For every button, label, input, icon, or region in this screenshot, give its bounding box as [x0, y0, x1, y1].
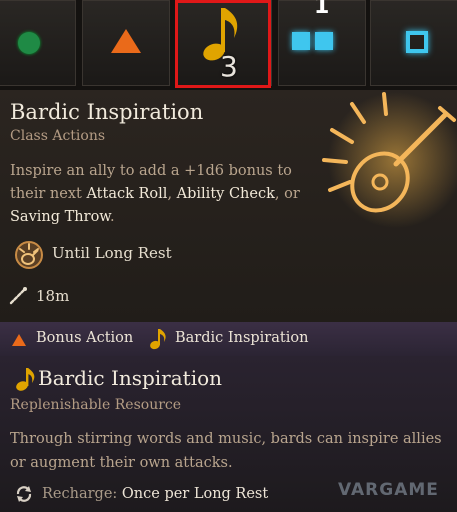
resource-subtitle: Replenishable Resource	[10, 397, 182, 413]
keyword-attack-roll[interactable]: Attack Roll	[86, 186, 167, 202]
orange-triangle-icon	[111, 29, 141, 53]
bonus-action-label: Bonus Action	[36, 330, 134, 346]
recharge-label: Recharge:	[42, 486, 118, 502]
double-square-icon	[292, 32, 338, 54]
action-slot-5[interactable]	[370, 0, 457, 86]
resource-title: Bardic Inspiration	[38, 366, 223, 390]
spell-tooltip: Bardic Inspiration Class Actions Inspire…	[0, 90, 457, 322]
square-ring-icon	[406, 31, 428, 53]
lute-icon	[322, 92, 457, 228]
watermark: VARGAME	[338, 480, 439, 500]
green-circle-icon	[18, 32, 40, 54]
music-note-icon	[150, 329, 166, 350]
cost-bar: Bonus Action Bardic Inspiration	[0, 322, 457, 356]
resource-description: Through stirring words and music, bards …	[10, 431, 442, 471]
action-bar: 3 1	[0, 0, 457, 90]
action-slot-2[interactable]	[82, 0, 170, 86]
range-row: 18m	[8, 286, 69, 310]
duration-label: Until Long Rest	[52, 244, 172, 262]
resource-cost-label: Bardic Inspiration	[175, 330, 309, 346]
recharge-value: Once per Long Rest	[121, 486, 269, 502]
action-slot-4[interactable]: 1	[278, 0, 366, 86]
range-icon	[9, 287, 27, 305]
spell-title: Bardic Inspiration	[10, 100, 204, 124]
action-slot-1[interactable]	[0, 0, 76, 86]
long-rest-icon	[15, 241, 43, 269]
music-note-icon	[16, 368, 35, 391]
spell-description: Inspire an ally to add a +1d6 bonus to t…	[10, 163, 300, 225]
selected-slot-highlight	[175, 0, 271, 88]
bonus-action-icon	[12, 334, 26, 346]
slot-number: 1	[314, 0, 330, 19]
spell-category: Class Actions	[10, 128, 106, 144]
keyword-saving-throw[interactable]: Saving Throw	[10, 209, 110, 225]
keyword-ability-check[interactable]: Ability Check	[177, 186, 275, 202]
recharge-icon	[16, 486, 32, 502]
range-value: 18m	[36, 287, 70, 305]
recharge-row: Recharge: Once per Long Rest	[14, 484, 268, 508]
